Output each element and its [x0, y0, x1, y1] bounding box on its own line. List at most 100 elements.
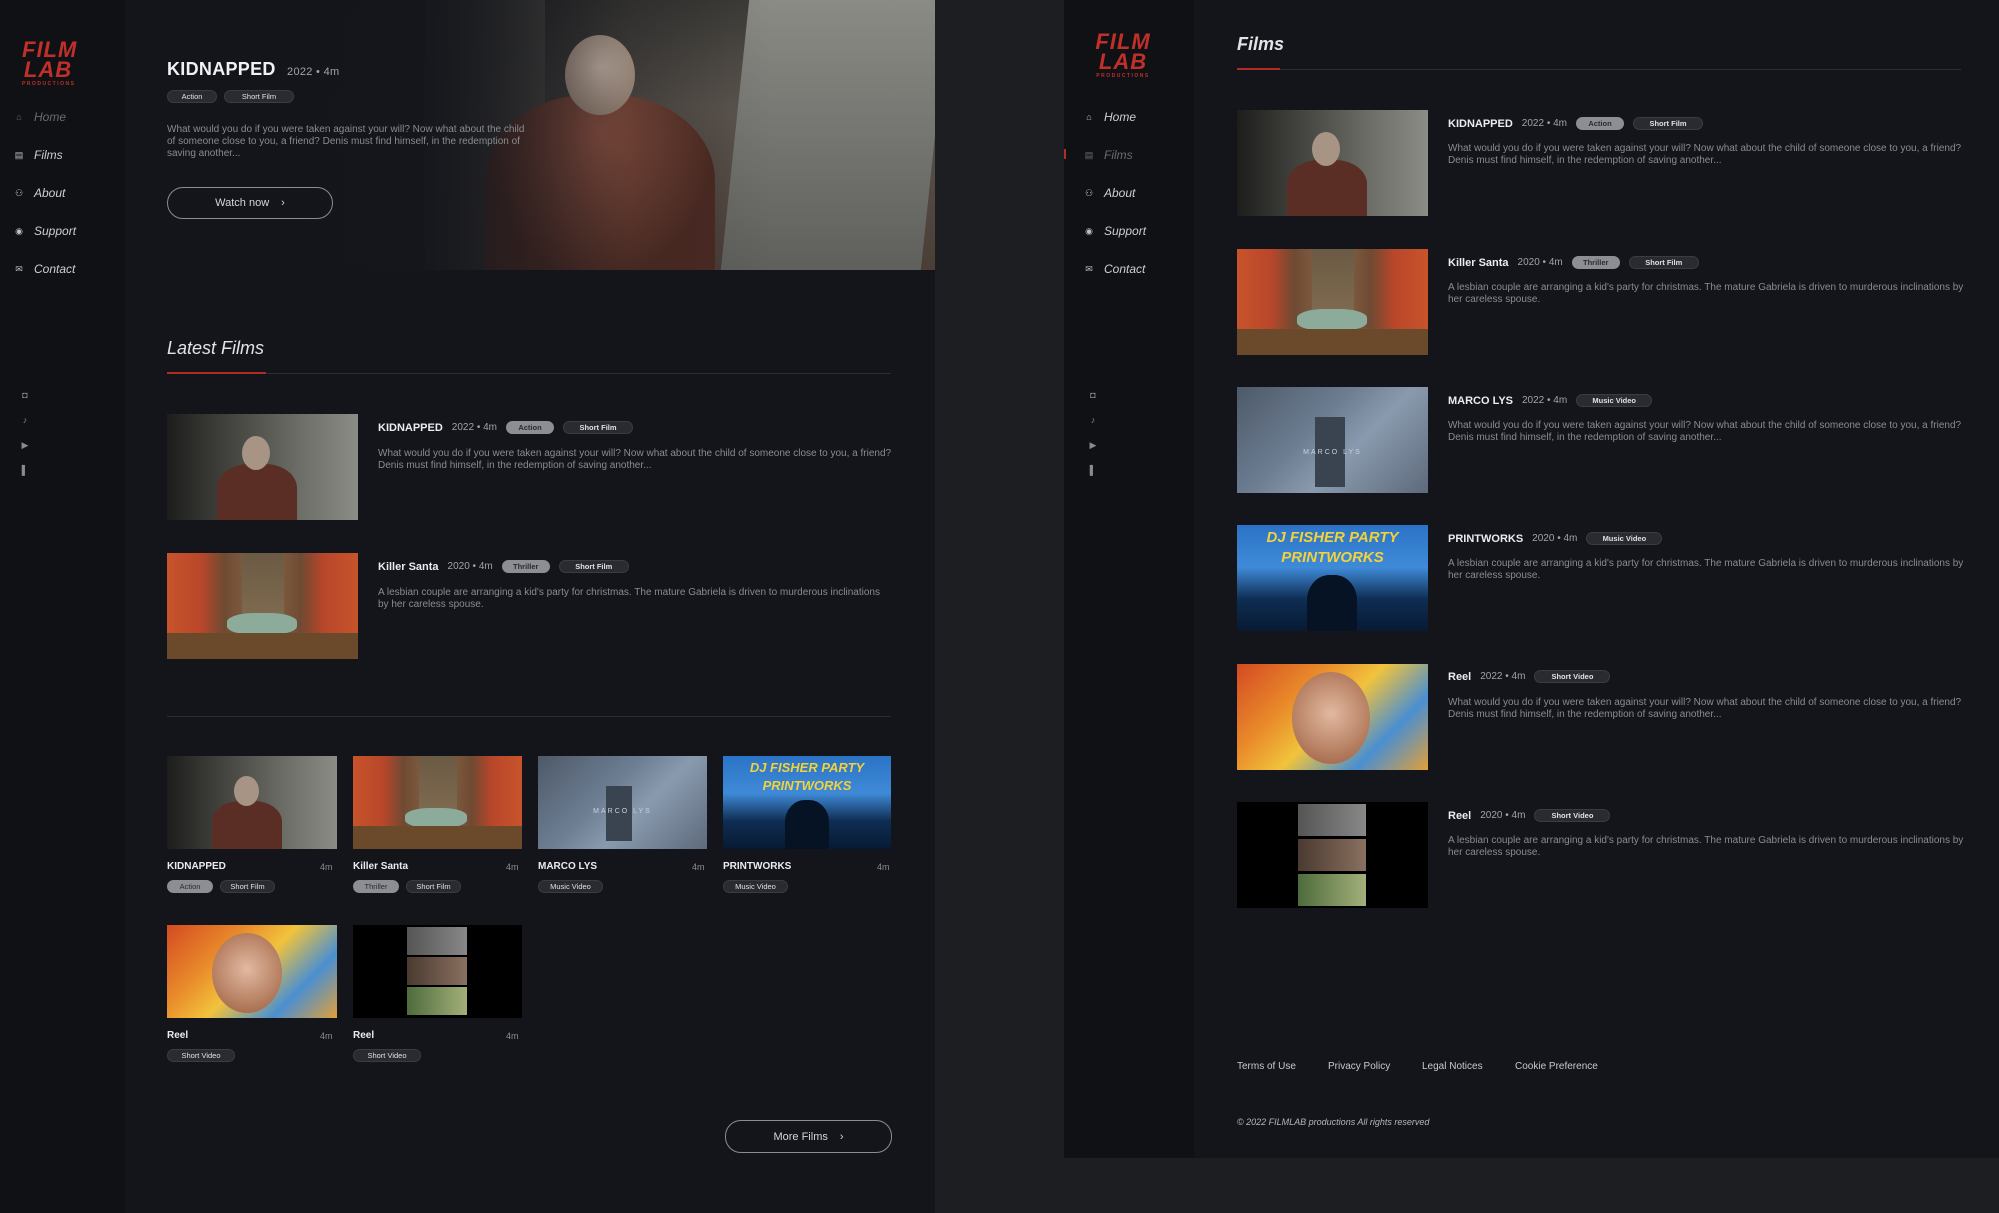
thumb-figure-head [234, 776, 259, 806]
nav-item-about[interactable]: ⚇ About [1084, 186, 1135, 200]
more-films-button[interactable]: More Films › [725, 1120, 892, 1153]
tag-action[interactable]: Action [167, 880, 213, 893]
grid-item-title[interactable]: Killer Santa [353, 861, 408, 872]
grid-thumbnail[interactable] [167, 756, 337, 849]
grid-item-title[interactable]: PRINTWORKS [723, 861, 791, 872]
film-row-title[interactable]: MARCO LYS 2022 • 4m Music Video [1448, 394, 1653, 407]
tag-short-video[interactable]: Short Video [1534, 670, 1611, 683]
youtube-icon[interactable]: ▶ [1088, 440, 1098, 450]
film-description: What would you do if you were taken agai… [378, 448, 892, 471]
tag-thriller[interactable]: Thriller [1571, 256, 1620, 269]
film-row-title[interactable]: KIDNAPPED 2022 • 4m Action Short Film [378, 421, 633, 434]
thumb-caption: PRINTWORKS [1281, 549, 1384, 566]
chevron-right-icon: › [281, 197, 285, 209]
grid-thumbnail[interactable] [353, 925, 522, 1018]
film-thumbnail[interactable] [167, 553, 358, 659]
tag-music-video[interactable]: Music Video [538, 880, 603, 893]
tag-short-video[interactable]: Short Video [1534, 809, 1611, 822]
grid-item-title[interactable]: MARCO LYS [538, 861, 597, 872]
grid-thumbnail[interactable] [353, 756, 522, 849]
grid-item-tags: Short Video [167, 1049, 235, 1062]
patreon-icon[interactable]: ▌ [20, 465, 30, 475]
cookie-preference-link[interactable]: Cookie Preference [1515, 1061, 1598, 1072]
chevron-right-icon: › [839, 1130, 844, 1143]
privacy-link[interactable]: Privacy Policy [1328, 1061, 1390, 1072]
grid-item-title[interactable]: Reel [353, 1030, 374, 1041]
people-icon: ⚇ [1084, 187, 1094, 198]
film-thumbnail[interactable] [1237, 249, 1428, 355]
nav-item-about[interactable]: ⚇ About [14, 186, 65, 200]
film-row-title[interactable]: PRINTWORKS 2020 • 4m Music Video [1448, 532, 1663, 545]
tag-short-film[interactable]: Short Film [220, 880, 275, 893]
film-thumbnail[interactable] [167, 414, 358, 520]
tag-short-film[interactable]: Short Film [1633, 117, 1703, 130]
grid-thumbnail[interactable] [167, 925, 337, 1018]
thumb-caption: PRINTWORKS [762, 778, 852, 793]
tag-short-film[interactable]: Short Film [1628, 256, 1699, 269]
grid-thumbnail[interactable]: MARCO LYS [538, 756, 707, 849]
mail-icon: ✉ [1085, 263, 1093, 274]
tiktok-icon[interactable]: ♪ [20, 415, 30, 425]
brand-logo[interactable]: FILM LAB PRODUCTIONS [1094, 31, 1152, 78]
brand-logo[interactable]: FILM LAB PRODUCTIONS [22, 39, 76, 86]
home-icon: ⌂ [16, 112, 22, 122]
youtube-icon[interactable]: ▶ [20, 440, 30, 450]
film-thumbnail[interactable] [1237, 802, 1428, 908]
grid-item-tags: Short Video [353, 1049, 421, 1062]
film-row-title[interactable]: Reel 2020 • 4m Short Video [1448, 809, 1611, 822]
grid-item-title[interactable]: KIDNAPPED [167, 861, 226, 872]
nav-item-films[interactable]: ▤ Films [14, 148, 63, 162]
nav-item-contact[interactable]: ✉ Contact [1084, 262, 1145, 276]
divider [167, 373, 891, 374]
grid-item-title[interactable]: Reel [167, 1030, 188, 1041]
thumb-caption: MARCO LYS [1303, 449, 1362, 456]
tag-thriller[interactable]: Thriller [501, 560, 550, 573]
film-row-title[interactable]: Killer Santa 2020 • 4m Thriller Short Fi… [378, 560, 629, 573]
people-icon: ⚇ [14, 187, 24, 198]
thumb-figure [212, 801, 282, 849]
tag-short-film[interactable]: Short Film [558, 560, 629, 573]
nav-item-support[interactable]: ◉ Support [14, 224, 76, 238]
grid-item-tags: Thriller Short Film [353, 880, 461, 893]
eye-icon: ◉ [15, 225, 23, 236]
page-title: Films [1237, 34, 1285, 54]
tag-short-film[interactable]: Short Film [406, 880, 461, 893]
film-description: A lesbian couple are arranging a kid's p… [1448, 282, 1964, 305]
tag-action[interactable]: Action [506, 421, 554, 434]
film-description: A lesbian couple are arranging a kid's p… [1448, 835, 1964, 858]
terms-link[interactable]: Terms of Use [1237, 1061, 1296, 1072]
tag-thriller[interactable]: Thriller [353, 880, 399, 893]
nav-item-contact[interactable]: ✉ Contact [14, 262, 75, 276]
tag-music-video[interactable]: Music Video [1586, 532, 1663, 545]
film-thumbnail[interactable]: DJ FISHER PARTY PRINTWORKS [1237, 525, 1428, 631]
film-row-title[interactable]: Killer Santa 2020 • 4m Thriller Short Fi… [1448, 256, 1699, 269]
nav-item-home[interactable]: ⌂ Home [14, 110, 66, 124]
tag-action[interactable]: Action [167, 90, 217, 103]
instagram-icon[interactable]: ◘ [20, 390, 30, 400]
film-row-title[interactable]: KIDNAPPED 2022 • 4m Action Short Film [1448, 117, 1703, 130]
tag-short-film[interactable]: Short Film [224, 90, 294, 103]
patreon-icon[interactable]: ▌ [1088, 465, 1098, 475]
watch-now-button[interactable]: Watch now › [167, 187, 333, 219]
film-row-title[interactable]: Reel 2022 • 4m Short Video [1448, 670, 1611, 683]
tag-short-video[interactable]: Short Video [353, 1049, 421, 1062]
tag-short-video[interactable]: Short Video [167, 1049, 235, 1062]
divider [1237, 69, 1961, 70]
film-thumbnail[interactable] [1237, 110, 1428, 216]
nav-item-home[interactable]: ⌂ Home [1084, 110, 1136, 124]
film-thumbnail[interactable] [1237, 664, 1428, 770]
tag-music-video[interactable]: Music Video [1576, 394, 1653, 407]
legal-notices-link[interactable]: Legal Notices [1422, 1061, 1483, 1072]
thumb-frame [1298, 804, 1366, 836]
nav-item-films[interactable]: ▤ Films [1084, 148, 1133, 162]
tag-short-film[interactable]: Short Film [563, 421, 633, 434]
grid-thumbnail[interactable]: DJ FISHER PARTY PRINTWORKS [723, 756, 891, 849]
grid-item-duration: 4m [320, 862, 333, 872]
tag-music-video[interactable]: Music Video [723, 880, 788, 893]
tag-action[interactable]: Action [1576, 117, 1624, 130]
nav-item-support[interactable]: ◉ Support [1084, 224, 1146, 238]
instagram-icon[interactable]: ◘ [1088, 390, 1098, 400]
thumb-figure [1297, 309, 1367, 331]
tiktok-icon[interactable]: ♪ [1088, 415, 1098, 425]
film-thumbnail[interactable]: MARCO LYS [1237, 387, 1428, 493]
